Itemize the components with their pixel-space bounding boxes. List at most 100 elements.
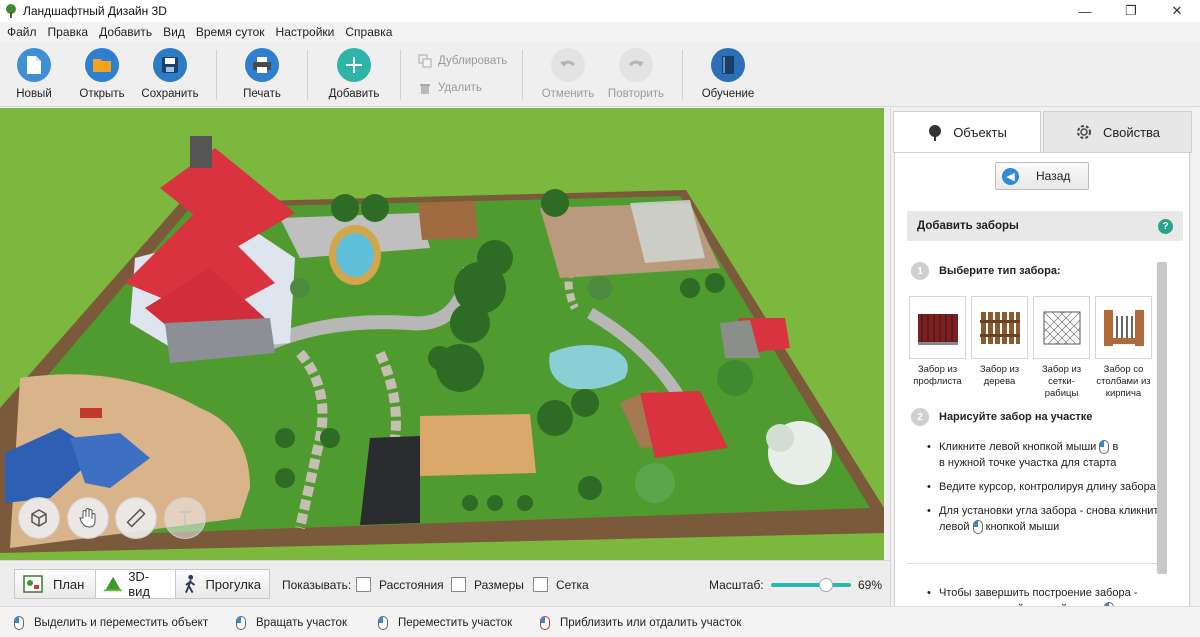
- measure-button[interactable]: [115, 497, 157, 539]
- status-zoom: Приблизить или отдалить участок: [540, 616, 741, 630]
- menu-add[interactable]: Добавить: [99, 25, 152, 39]
- step-1: 1 Выберите тип забора:: [911, 262, 1061, 280]
- fence-option-chain-link[interactable]: Забор из сетки-рабицы: [1033, 296, 1090, 400]
- 3d-viewport[interactable]: [0, 108, 884, 560]
- zoom-slider-knob[interactable]: [819, 578, 834, 592]
- hand-icon: [79, 508, 96, 528]
- chain-link-fence-icon: [1033, 296, 1090, 359]
- menu-bar: Файл Правка Добавить Вид Время суток Нас…: [0, 22, 1200, 42]
- instruction-3: Для установки угла забора - снова кликни…: [927, 503, 1189, 535]
- printer-icon: [245, 48, 279, 82]
- arrow-left-icon: ◀: [1002, 167, 1019, 185]
- tab-properties[interactable]: Свойства: [1043, 111, 1192, 153]
- fence-option-wood[interactable]: Забор из дерева: [971, 296, 1028, 388]
- instruction-1: Кликните левой кнопкой мыши в в нужной т…: [927, 439, 1189, 471]
- duplicate-button[interactable]: Дублировать: [418, 54, 507, 68]
- plus-icon: [337, 48, 371, 82]
- app-logo-icon: [6, 4, 16, 18]
- help-icon[interactable]: ?: [1158, 219, 1173, 234]
- ruler-icon: [126, 508, 146, 528]
- floppy-disk-icon: [153, 48, 187, 82]
- minimize-button[interactable]: —: [1062, 0, 1108, 22]
- scrollbar-thumb[interactable]: [1157, 262, 1167, 574]
- duplicate-icon: [418, 54, 432, 68]
- tab-objects[interactable]: Объекты: [893, 111, 1041, 153]
- sizes-checkbox[interactable]: Размеры: [451, 577, 524, 592]
- panel-scrollbar[interactable]: [1157, 262, 1167, 614]
- back-button[interactable]: ◀ Назад: [995, 162, 1089, 190]
- scale-label: Масштаб:: [709, 578, 764, 592]
- save-button[interactable]: Сохранить: [137, 48, 203, 100]
- status-rotate: Вращать участок: [236, 616, 347, 630]
- folder-icon: [85, 48, 119, 82]
- toolbar-separator: [216, 50, 217, 100]
- trash-icon: [420, 84, 430, 94]
- distances-checkbox[interactable]: Расстояния: [356, 577, 444, 592]
- menu-help[interactable]: Справка: [345, 25, 392, 39]
- open-button[interactable]: Открыть: [69, 48, 135, 100]
- new-button[interactable]: Новый: [1, 48, 67, 100]
- menu-time-of-day[interactable]: Время суток: [196, 25, 265, 39]
- zoom-slider[interactable]: [771, 578, 851, 592]
- divider: [907, 563, 1167, 564]
- fence-option-brick[interactable]: Забор со столбами из кирпича: [1095, 296, 1152, 400]
- plan-view-button[interactable]: План: [14, 569, 96, 599]
- delete-button[interactable]: Удалить: [418, 81, 482, 95]
- text-icon: [179, 511, 191, 525]
- left-mouse-icon: [14, 616, 24, 630]
- wooden-fence-icon: [971, 296, 1028, 359]
- left-mouse-icon: [972, 520, 983, 535]
- toolbar-separator: [307, 50, 308, 100]
- status-select-move: Выделить и переместить объект: [14, 616, 208, 630]
- right-panel: Объекты Свойства ◀ Назад Добавить заборы…: [890, 108, 1200, 637]
- menu-settings[interactable]: Настройки: [276, 25, 335, 39]
- toolbar: Новый Открыть Сохранить Печать Добавить …: [0, 42, 1200, 107]
- undo-icon: [551, 48, 585, 82]
- left-mouse-icon: [1099, 440, 1110, 455]
- window-title: Ландшафтный Дизайн 3D: [23, 4, 167, 18]
- print-button[interactable]: Печать: [229, 48, 295, 100]
- rotate-view-button[interactable]: [18, 497, 60, 539]
- menu-edit[interactable]: Правка: [48, 25, 89, 39]
- 3d-view-button[interactable]: 3D-вид: [95, 569, 176, 599]
- add-button[interactable]: Добавить: [321, 48, 387, 100]
- walk-view-button[interactable]: Прогулка: [175, 569, 270, 599]
- view-bar: План 3D-вид Прогулка Показывать: Расстоя…: [0, 560, 890, 606]
- status-bar: Выделить и переместить объект Вращать уч…: [0, 606, 1200, 637]
- 3d-tree-icon: [104, 576, 123, 592]
- mouse-wheel-icon: [540, 616, 550, 630]
- grid-checkbox[interactable]: Сетка: [533, 577, 589, 592]
- step-2: 2 Нарисуйте забор на участке: [911, 408, 1092, 426]
- tree-icon: [929, 124, 942, 141]
- section-header: Добавить заборы ?: [907, 211, 1183, 241]
- toolbar-separator: [400, 50, 401, 100]
- tutorial-button[interactable]: Обучение: [695, 48, 761, 100]
- new-file-icon: [17, 48, 51, 82]
- undo-button[interactable]: Отменить: [535, 48, 601, 100]
- pan-view-button[interactable]: [67, 497, 109, 539]
- objects-panel: ◀ Назад Добавить заборы ? 1 Выберите тип…: [894, 152, 1190, 637]
- plan-icon: [23, 575, 43, 593]
- toolbar-separator: [522, 50, 523, 100]
- scale-value: 69%: [858, 578, 883, 592]
- redo-button[interactable]: Повторить: [603, 48, 669, 100]
- title-bar: Ландшафтный Дизайн 3D — ❐ ✕: [0, 0, 1200, 22]
- book-icon: [711, 48, 745, 82]
- left-mouse-icon: [236, 616, 246, 630]
- instruction-2: Ведите курсор, контролируя длину забора: [927, 479, 1189, 495]
- status-move: Переместить участок: [378, 616, 512, 630]
- rotate-3d-icon: [31, 509, 47, 527]
- walking-person-icon: [185, 574, 196, 594]
- brick-pillar-fence-icon: [1095, 296, 1152, 359]
- menu-view[interactable]: Вид: [163, 25, 185, 39]
- menu-file[interactable]: Файл: [7, 25, 37, 39]
- gear-icon: [1076, 125, 1091, 139]
- fence-option-profile[interactable]: Забор из профлиста: [909, 296, 966, 388]
- middle-mouse-icon: [378, 616, 388, 630]
- text-tool-button[interactable]: [164, 497, 206, 539]
- close-button[interactable]: ✕: [1154, 0, 1200, 22]
- toolbar-separator: [682, 50, 683, 100]
- redo-icon: [619, 48, 653, 82]
- maximize-button[interactable]: ❐: [1108, 0, 1154, 22]
- profile-sheet-fence-icon: [909, 296, 966, 359]
